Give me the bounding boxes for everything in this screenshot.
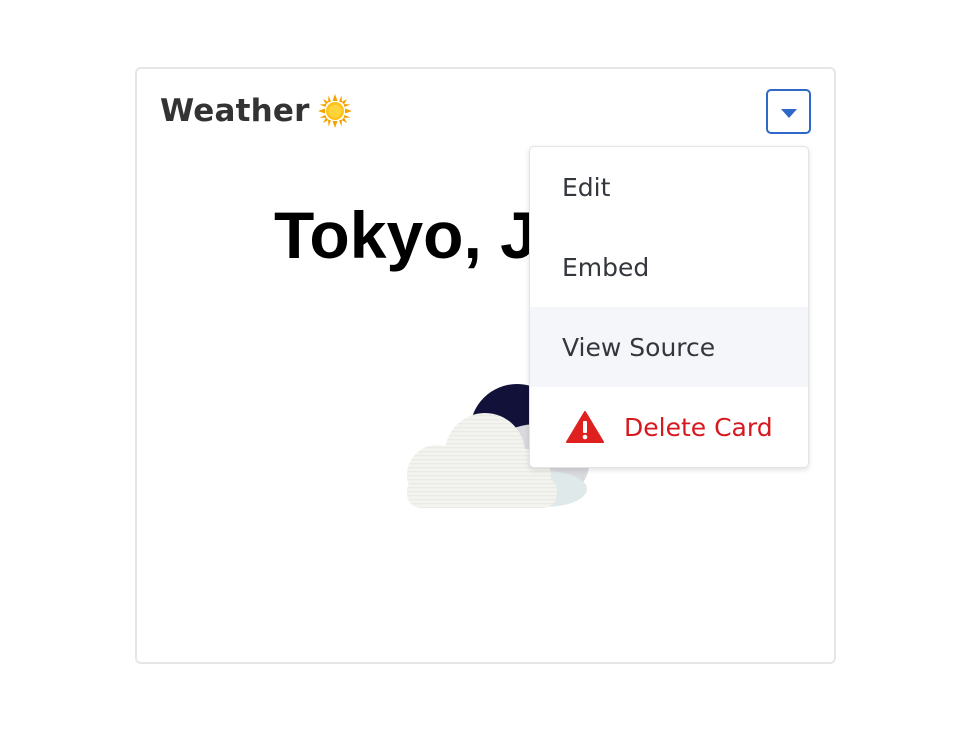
card-title: Weather [160,93,352,129]
menu-item-label: View Source [562,332,716,362]
menu-item-label: Delete Card [624,412,773,442]
caret-down-icon [780,109,797,118]
warning-icon [566,411,604,443]
menu-item-label: Edit [562,172,611,202]
sun-emoji-icon [317,94,352,128]
card-menu-toggle-button[interactable] [766,89,811,134]
menu-item-delete-card[interactable]: Delete Card [530,387,808,467]
menu-item-view-source[interactable]: View Source [530,307,808,387]
menu-item-label: Embed [562,252,650,282]
menu-item-embed[interactable]: Embed [530,227,808,307]
card-title-text: Weather [160,93,310,129]
city-name: Tokyo, J [274,198,537,272]
card-options-dropdown: Edit Embed View Source Delete Card [529,146,809,468]
menu-item-edit[interactable]: Edit [530,147,808,227]
